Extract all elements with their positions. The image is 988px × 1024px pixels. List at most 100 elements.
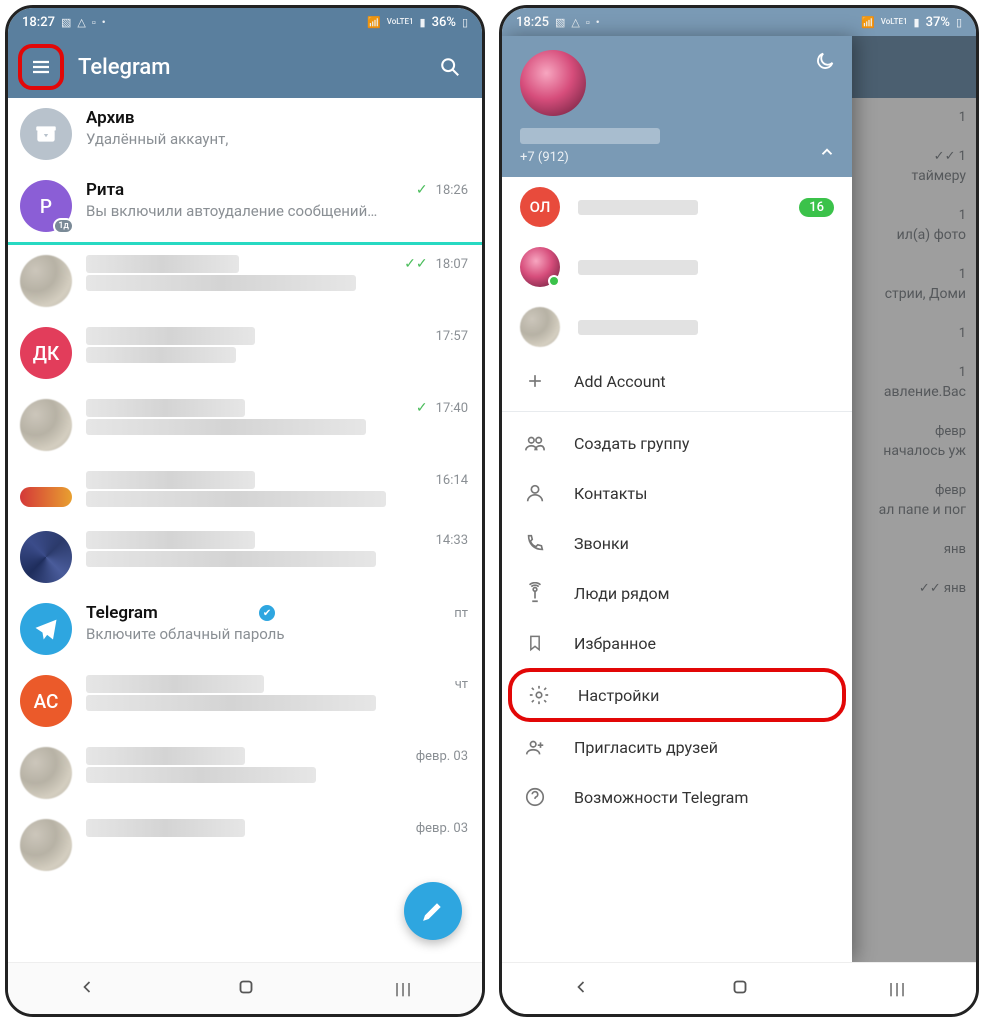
unread-badge: 16: [799, 198, 834, 217]
menu-item-label: Пригласить друзей: [574, 738, 718, 757]
chat-row[interactable]: ✓17:40: [8, 389, 482, 461]
image-icon: ▧: [61, 16, 71, 29]
chat-message: [86, 551, 376, 567]
chat-avatar: [20, 603, 72, 655]
chat-row[interactable]: февр. 03: [8, 737, 482, 809]
phone-icon: [522, 532, 548, 554]
menu-item-group[interactable]: Создать группу: [502, 418, 852, 468]
app-header: Telegram: [8, 36, 482, 98]
menu-item-user[interactable]: Контакты: [502, 468, 852, 518]
add-account-button[interactable]: Add Account: [502, 357, 852, 405]
menu-item-nearby[interactable]: Люди рядом: [502, 568, 852, 618]
volte-icon: VoLTE1: [881, 18, 908, 26]
chat-time: 16:14: [436, 473, 468, 488]
nav-back[interactable]: [77, 977, 97, 1001]
status-bar: 18:27 ▧ △ ▫ • 📶 VoLTE1 ▮ 36% ▯: [8, 8, 482, 36]
menu-item-phone[interactable]: Звонки: [502, 518, 852, 568]
account-row[interactable]: [502, 297, 852, 357]
accounts-expand-button[interactable]: [818, 143, 836, 165]
chat-message: Удалённый аккаунт,: [86, 130, 468, 148]
triangle-icon: △: [571, 16, 579, 29]
chat-message: [86, 695, 376, 711]
image-icon: ▧: [555, 16, 565, 29]
chat-message: Вы включили автоудаление сообщений…: [86, 202, 468, 220]
check-icon: ✓: [416, 182, 428, 198]
chat-avatar: [20, 487, 72, 507]
chat-time: 17:57: [436, 329, 468, 344]
chat-row[interactable]: Архив Удалённый аккаунт,: [8, 98, 482, 170]
gear-icon: [526, 684, 552, 706]
double-check-icon: ✓✓: [404, 256, 427, 272]
account-avatar: [520, 247, 560, 287]
chat-row[interactable]: АСчт: [8, 665, 482, 737]
menu-item-gear[interactable]: Настройки: [508, 668, 846, 722]
chat-time: 18:26: [436, 183, 468, 198]
chat-row[interactable]: Р1дРита✓18:26Вы включили автоудаление со…: [8, 170, 482, 242]
chat-row[interactable]: 14:33: [8, 521, 482, 593]
chat-time: 18:07: [436, 257, 468, 272]
account-avatar: ОЛ: [520, 187, 560, 227]
chat-row[interactable]: Telegram✔птВключите облачный пароль: [8, 593, 482, 665]
android-navbar: |||: [502, 962, 976, 1014]
verified-icon: ✔: [259, 605, 275, 621]
account-row[interactable]: ОЛ 16: [502, 177, 852, 237]
nav-recents[interactable]: |||: [395, 979, 413, 998]
nav-recents[interactable]: |||: [889, 979, 907, 998]
chat-row[interactable]: 16:14: [8, 461, 482, 521]
chat-avatar: АС: [20, 675, 72, 727]
menu-item-label: Люди рядом: [574, 584, 670, 603]
chat-row[interactable]: февр. 03: [8, 809, 482, 881]
chat-avatar: [20, 108, 72, 160]
chat-list[interactable]: АрхивУдалённый аккаунт,Р1дРита✓18:26Вы в…: [8, 98, 482, 962]
nav-home[interactable]: [729, 976, 751, 1002]
wifi-icon: 📶: [861, 16, 875, 29]
chat-name: [86, 255, 239, 273]
chat-name: [86, 819, 245, 837]
chat-row[interactable]: ДК17:57: [8, 317, 482, 389]
wifi-icon: 📶: [367, 16, 381, 29]
search-button[interactable]: [428, 45, 472, 89]
chat-name: [86, 675, 264, 693]
profile-avatar[interactable]: [520, 50, 586, 116]
compose-button[interactable]: [404, 882, 462, 940]
menu-item-label: Избранное: [574, 634, 656, 653]
nearby-icon: [522, 582, 548, 604]
battery-icon: ▯: [956, 16, 962, 29]
nav-home[interactable]: [235, 976, 257, 1002]
dot-icon: •: [102, 16, 106, 29]
square-icon: ▫: [586, 16, 590, 29]
status-time: 18:27: [22, 15, 55, 30]
volte-icon: VoLTE1: [387, 18, 414, 26]
triangle-icon: △: [77, 16, 85, 29]
status-battery: 36%: [432, 15, 456, 30]
menu-item-label: Возможности Telegram: [574, 788, 748, 807]
timer-badge: 1д: [53, 218, 74, 234]
chat-name: [86, 399, 245, 417]
chat-time: февр. 03: [416, 821, 468, 836]
menu-item-help[interactable]: Возможности Telegram: [502, 772, 852, 822]
group-icon: [522, 432, 548, 454]
chat-message: Включите облачный пароль: [86, 625, 468, 643]
chat-name: Архив: [86, 108, 271, 128]
status-bar: 18:25 ▧ △ ▫ • 📶 VoLTE1 ▮ 37% ▯: [502, 8, 976, 36]
chat-avatar: [20, 399, 72, 451]
nav-back[interactable]: [571, 977, 591, 1001]
chat-name: Telegram: [86, 603, 253, 623]
status-time: 18:25: [516, 15, 549, 30]
menu-item-label: Настройки: [578, 686, 659, 705]
menu-item-invite[interactable]: Пригласить друзей: [502, 722, 852, 772]
account-row[interactable]: [502, 237, 852, 297]
dot-icon: •: [596, 16, 600, 29]
chat-avatar: [20, 531, 72, 583]
add-account-label: Add Account: [574, 372, 666, 391]
chat-time: 14:33: [436, 533, 468, 548]
night-mode-button[interactable]: [814, 50, 836, 76]
chat-name: [86, 471, 255, 489]
chat-avatar: [20, 819, 72, 871]
chat-row[interactable]: ✓✓ 18:07: [8, 245, 482, 317]
account-name: [578, 200, 698, 215]
invite-icon: [522, 736, 548, 758]
signal-icon: ▮: [914, 16, 920, 29]
menu-button[interactable]: [18, 44, 64, 90]
menu-item-bookmark[interactable]: Избранное: [502, 618, 852, 668]
